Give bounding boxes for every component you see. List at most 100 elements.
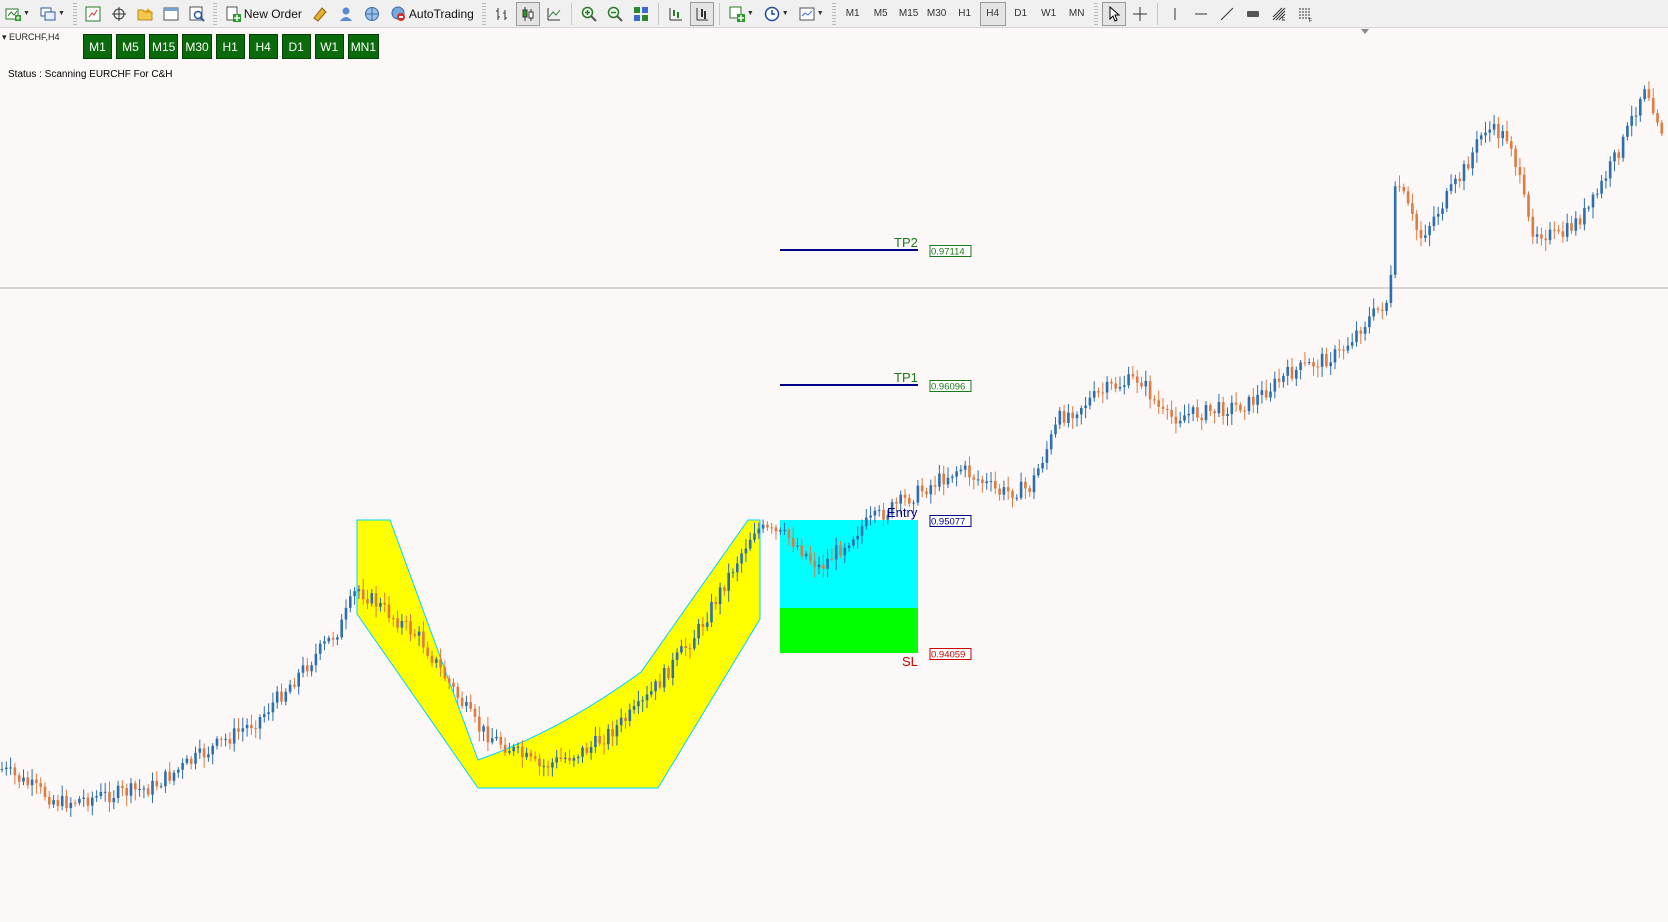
chevron-down-icon: ▼ <box>23 10 30 17</box>
data-window-button[interactable] <box>107 2 131 26</box>
indicators-button[interactable]: ▼ <box>725 2 758 26</box>
candle-body <box>99 791 103 797</box>
indicator-tf-h4-button[interactable]: H4 <box>248 34 278 59</box>
tile-windows-button[interactable] <box>629 2 653 26</box>
indicator-tf-m30-button[interactable]: M30 <box>182 34 212 59</box>
candle-body <box>404 621 408 623</box>
metaeditor-button[interactable] <box>308 2 332 26</box>
candle-body <box>258 717 262 729</box>
new-order-icon <box>225 6 241 22</box>
candle-body <box>1080 408 1083 415</box>
new-order-button[interactable]: New Order <box>221 2 306 26</box>
candle-body <box>1135 376 1139 383</box>
indicator-tf-d1-button[interactable]: D1 <box>281 34 311 59</box>
candle-body <box>1286 366 1289 376</box>
candle-body <box>933 485 937 487</box>
symbol-text: EURCHF,H4 <box>9 32 60 42</box>
timeframe-m30-button[interactable]: M30 <box>924 2 950 26</box>
candle-body <box>1110 381 1113 384</box>
candle-body <box>1024 481 1027 489</box>
indicator-tf-m5-button[interactable]: M5 <box>116 34 145 59</box>
autotrading-button[interactable]: AutoTrading <box>386 2 478 26</box>
line-chart-button[interactable] <box>542 2 566 26</box>
timeframe-mn-button[interactable]: MN <box>1064 2 1090 26</box>
fibonacci-icon: E <box>1271 6 1287 23</box>
zoom-in-button[interactable] <box>577 2 601 26</box>
candle-body <box>1256 394 1259 405</box>
terminal-button[interactable] <box>159 2 183 26</box>
candle-body <box>1497 123 1500 139</box>
cursor-button[interactable] <box>1101 1 1126 26</box>
candle-body <box>310 665 313 672</box>
new-chart-icon <box>5 6 21 22</box>
candle-body <box>460 697 464 706</box>
periods-button[interactable]: ▼ <box>760 2 793 26</box>
candle-body <box>374 593 378 607</box>
navigator-button[interactable] <box>133 2 157 26</box>
candle-body <box>1445 191 1449 209</box>
strategy-tester-button[interactable] <box>185 2 209 26</box>
candle-body <box>1058 410 1062 425</box>
candle-body <box>1002 487 1006 495</box>
candle-body <box>693 638 696 649</box>
timeframe-m1-button[interactable]: M1 <box>840 2 866 26</box>
market-button[interactable] <box>360 2 384 26</box>
fibonacci-button[interactable]: E <box>1267 2 1291 26</box>
candle-body <box>951 476 954 478</box>
chart-area[interactable]: TP2 0.97114 TP1 0.96096 Entry 0.95077 SL… <box>0 28 1668 922</box>
candle-body <box>1011 491 1014 498</box>
horizontal-line-button[interactable] <box>1189 2 1213 26</box>
collapse-arrow-icon[interactable]: ▾ <box>2 32 7 42</box>
timeframe-h1-button[interactable]: H1 <box>952 2 978 26</box>
timeframe-w1-button[interactable]: W1 <box>1036 2 1062 26</box>
candle-body <box>710 601 713 623</box>
zoom-out-button[interactable] <box>603 2 627 26</box>
candle-body <box>301 665 305 673</box>
candle-body <box>1359 330 1363 334</box>
candle-body <box>938 473 941 487</box>
candle-body <box>619 717 623 726</box>
auto-scroll-icon <box>694 6 710 22</box>
chart-shift-button[interactable] <box>664 2 688 26</box>
indicator-tf-m15-button[interactable]: M15 <box>149 34 179 59</box>
crosshair-button[interactable] <box>1128 2 1152 26</box>
templates-button[interactable]: ▼ <box>795 2 828 26</box>
candle-body <box>1626 125 1629 137</box>
fibonacci-levels-button[interactable]: F <box>1293 2 1317 26</box>
indicator-tf-mn1-button[interactable]: MN1 <box>347 34 380 59</box>
indicator-tf-w1-button[interactable]: W1 <box>314 34 344 59</box>
timeframe-h4-button[interactable]: H4 <box>979 1 1006 26</box>
timeframe-m15-button[interactable]: M15 <box>896 2 922 26</box>
candle-body <box>275 691 279 703</box>
channel-button[interactable] <box>1241 2 1265 26</box>
indicator-tf-m1-button[interactable]: M1 <box>83 34 112 59</box>
candle-body <box>245 724 249 729</box>
candle-body <box>766 524 769 528</box>
candlestick-chart-button[interactable] <box>515 1 540 26</box>
trendline-button[interactable] <box>1215 2 1239 26</box>
vertical-line-button[interactable] <box>1163 2 1187 26</box>
candle-body <box>1510 141 1513 149</box>
candle-body <box>43 786 47 797</box>
timeframe-m5-button[interactable]: M5 <box>868 2 894 26</box>
cursor-icon <box>1106 5 1122 22</box>
candle-body <box>860 526 864 536</box>
folder-star-icon <box>137 6 153 22</box>
chart-shift-marker[interactable] <box>1361 29 1369 34</box>
indicator-tf-h1-button[interactable]: H1 <box>215 34 245 59</box>
candle-body <box>946 477 950 485</box>
price-chart[interactable]: TP2 0.97114 TP1 0.96096 Entry 0.95077 SL… <box>0 28 1668 922</box>
candle-body <box>568 757 571 761</box>
timeframe-d1-button[interactable]: D1 <box>1008 2 1034 26</box>
candle-body <box>1329 362 1332 367</box>
bar-chart-button[interactable] <box>490 2 514 26</box>
candle-body <box>1639 99 1642 116</box>
candle-body <box>52 800 55 805</box>
profiles-button[interactable]: ▼ <box>36 2 69 26</box>
signals-button[interactable] <box>334 2 358 26</box>
candle-body <box>1393 186 1397 275</box>
auto-scroll-button[interactable] <box>689 1 714 26</box>
market-watch-button[interactable] <box>81 2 105 26</box>
new-chart-button[interactable]: ▼ <box>1 2 34 26</box>
candle-body <box>503 744 507 753</box>
